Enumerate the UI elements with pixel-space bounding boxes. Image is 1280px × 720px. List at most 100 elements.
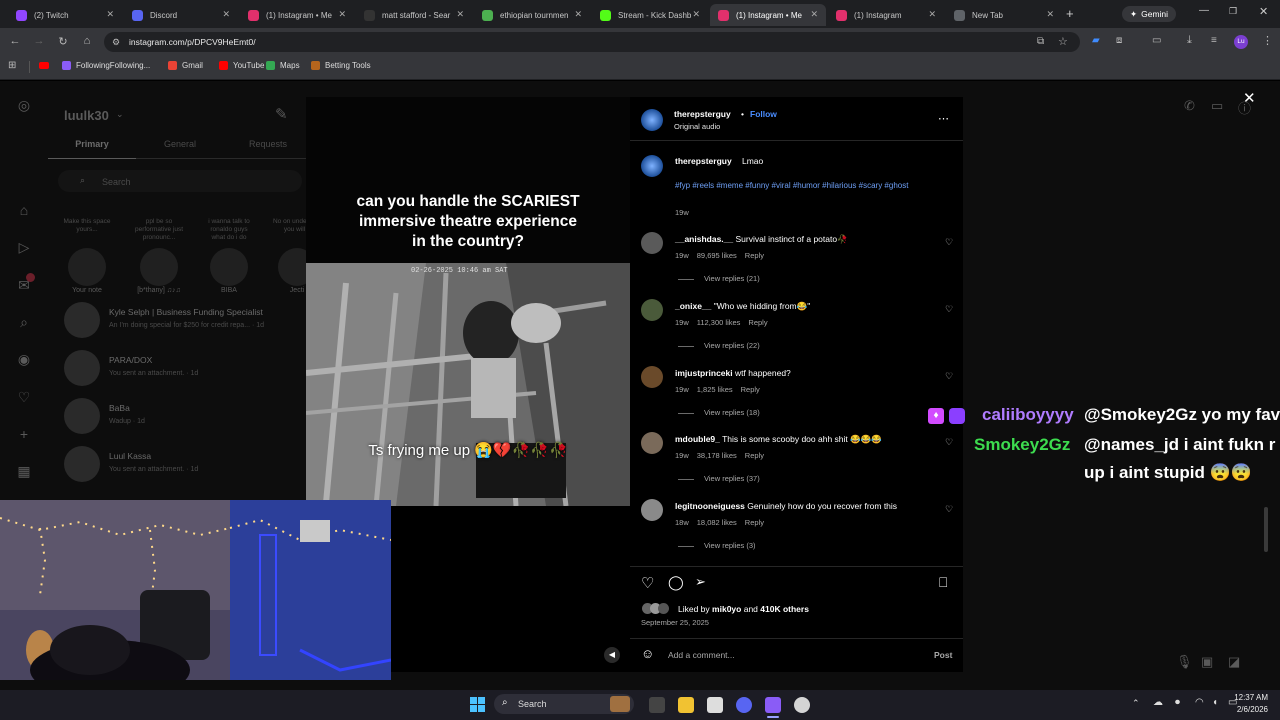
dm-thread[interactable]: BaBa Wadup · 1d (64, 398, 304, 438)
reels-nav-icon[interactable]: ▷ (16, 239, 32, 255)
comment-like-icon[interactable]: ♡ (945, 304, 953, 315)
store-icon[interactable] (707, 697, 723, 713)
close-modal-button[interactable]: ✕ (1243, 89, 1256, 107)
tab-6[interactable]: (1) Instagram • Me ✕ (710, 4, 826, 26)
restore-button[interactable]: ❐ (1229, 6, 1237, 17)
reload-icon[interactable]: ↻ (56, 35, 70, 48)
comment-likes[interactable]: 38,178 likes (697, 451, 737, 460)
caption-username[interactable]: therepsterguy (675, 156, 732, 166)
comment-avatar[interactable] (641, 432, 663, 454)
clock-time[interactable]: 12:37 AM (1232, 693, 1268, 702)
explore-nav-icon[interactable]: ◉ (16, 351, 32, 367)
comment-likes[interactable]: 18,082 likes (697, 518, 737, 527)
tray-mic-icon[interactable]: ⏺ (1175, 697, 1180, 708)
note-avatar[interactable] (68, 248, 106, 286)
original-audio-link[interactable]: Original audio (674, 122, 720, 131)
caption-avatar[interactable] (641, 155, 663, 177)
dm-username[interactable]: luulk30 (64, 108, 109, 123)
tray-wifi-icon[interactable]: ◠ (1195, 697, 1204, 708)
comment-avatar[interactable] (641, 299, 663, 321)
bookmark-star-icon[interactable]: ☆ (1058, 35, 1068, 48)
url-text[interactable]: instagram.com/p/DPCV9HeEmt0/ (129, 37, 256, 47)
extensions-puzzle-icon[interactable]: ⧈ (1116, 35, 1122, 46)
bookmark-3[interactable]: Maps (266, 61, 300, 70)
save-icon[interactable]: ⎕ (939, 574, 947, 591)
image-icon[interactable]: ▣ (1201, 654, 1213, 670)
note-bubble[interactable]: Make this space yours... (62, 218, 112, 234)
tab-close-icon[interactable]: ✕ (574, 9, 582, 20)
share-icon[interactable]: ➢ (695, 574, 706, 590)
bookmark-2[interactable]: YouTube (219, 61, 264, 70)
notifications-nav-icon[interactable]: ♡ (16, 389, 32, 405)
like-icon[interactable]: ♡ (641, 574, 654, 592)
comment-username[interactable]: mdouble9_ (675, 434, 720, 444)
gemini-button[interactable]: ✦ Gemini (1122, 6, 1177, 22)
tab-search-icon[interactable]: ≡ (1211, 35, 1217, 46)
comment-like-icon[interactable]: ♡ (945, 237, 953, 248)
dm-thread[interactable]: Kyle Selph | Business Funding Specialist… (64, 302, 304, 342)
create-nav-icon[interactable]: + (16, 426, 32, 442)
tab-close-icon[interactable]: ✕ (106, 9, 114, 20)
search-nav-icon[interactable]: ⌕ (16, 314, 32, 330)
comment-username[interactable]: imjustprinceki (675, 368, 733, 378)
dm-thread[interactable]: Luul Kassa You sent an attachment. · 1d (64, 446, 304, 486)
post-comment-button[interactable]: Post (934, 650, 952, 660)
comment-avatar[interactable] (641, 366, 663, 388)
clock-date[interactable]: 2/6/2026 (1232, 705, 1268, 714)
follow-button[interactable]: Follow (750, 109, 777, 119)
forward-icon[interactable]: → (32, 35, 46, 47)
emoji-icon[interactable]: ☺ (641, 646, 654, 661)
more-options-icon[interactable]: ⋯ (938, 112, 949, 125)
extension-icon[interactable]: ▰ (1092, 35, 1100, 46)
site-info-icon[interactable]: ⚙ (112, 37, 120, 48)
sidepanel-icon[interactable]: ▭ (1152, 35, 1161, 46)
liked-by-others[interactable]: 410K others (760, 604, 809, 614)
note-avatar[interactable] (140, 248, 178, 286)
comment-icon[interactable]: ◯ (668, 574, 684, 591)
comment-reply-button[interactable]: Reply (748, 318, 767, 327)
comment-reply-button[interactable]: Reply (745, 518, 764, 527)
tab-primary[interactable]: Primary (48, 130, 136, 159)
comment-likes[interactable]: 1,825 likes (697, 385, 733, 394)
call-icon[interactable]: ✆ (1184, 98, 1195, 114)
minimize-button[interactable]: — (1199, 5, 1209, 16)
apps-grid-icon[interactable]: ⊞ (8, 60, 16, 71)
comment-reply-button[interactable]: Reply (741, 385, 760, 394)
mute-button[interactable]: ◀ (604, 647, 620, 663)
tab-general[interactable]: General (136, 130, 224, 159)
note-bubble[interactable]: i wanna talk to ronaldo guys what do i d… (204, 218, 254, 242)
tab-1[interactable]: Discord ✕ (124, 4, 238, 26)
tab-0[interactable]: (2) Twitch ✕ (8, 4, 122, 26)
comment-avatar[interactable] (641, 499, 663, 521)
discord-taskbar-icon[interactable] (736, 697, 752, 713)
comment-username[interactable]: _onixe__ (675, 301, 711, 311)
tab-requests[interactable]: Requests (224, 130, 312, 159)
tab-4[interactable]: ethiopian tournmen ✕ (474, 4, 590, 26)
comment-likes[interactable]: 89,695 likes (697, 251, 737, 260)
note-bubble[interactable]: ppl be so performative just pronounc... (134, 218, 184, 242)
cast-icon[interactable]: ⧉ (1037, 36, 1044, 47)
dm-thread[interactable]: PARA/DOX You sent an attachment. · 1d (64, 350, 304, 390)
back-icon[interactable]: ← (8, 35, 22, 47)
new-message-icon[interactable]: ✎ (275, 105, 288, 123)
tray-cloud-icon[interactable]: ☁ (1153, 697, 1163, 708)
task-view-icon[interactable] (649, 697, 665, 713)
view-replies-button[interactable]: View replies (37) (704, 474, 760, 483)
tab-2[interactable]: (1) Instagram • Me ✕ (240, 4, 354, 26)
bookmark-4[interactable]: Betting Tools (311, 61, 371, 70)
add-comment-input[interactable]: Add a comment... (668, 650, 735, 660)
username-chevron-icon[interactable]: ⌄ (116, 109, 124, 120)
comment-like-icon[interactable]: ♡ (945, 504, 953, 515)
game-taskbar-icon[interactable] (794, 697, 810, 713)
liked-by-user[interactable]: mik0yo (712, 604, 741, 614)
comment-username[interactable]: legitnooneiguess (675, 501, 745, 511)
tab-close-icon[interactable]: ✕ (928, 9, 936, 20)
dashboard-nav-icon[interactable]: ▦ (16, 463, 32, 479)
caption-hashtags[interactable]: #fyp #reels #meme #funny #viral #humor #… (675, 180, 945, 192)
comment-like-icon[interactable]: ♡ (945, 371, 953, 382)
tray-volume-icon[interactable]: ◖ (1212, 697, 1218, 708)
tab-close-icon[interactable]: ✕ (1046, 9, 1054, 20)
start-button[interactable] (470, 697, 485, 712)
profile-avatar[interactable]: Lu (1234, 35, 1248, 49)
tray-chevron-icon[interactable]: ⌃ (1132, 698, 1140, 709)
